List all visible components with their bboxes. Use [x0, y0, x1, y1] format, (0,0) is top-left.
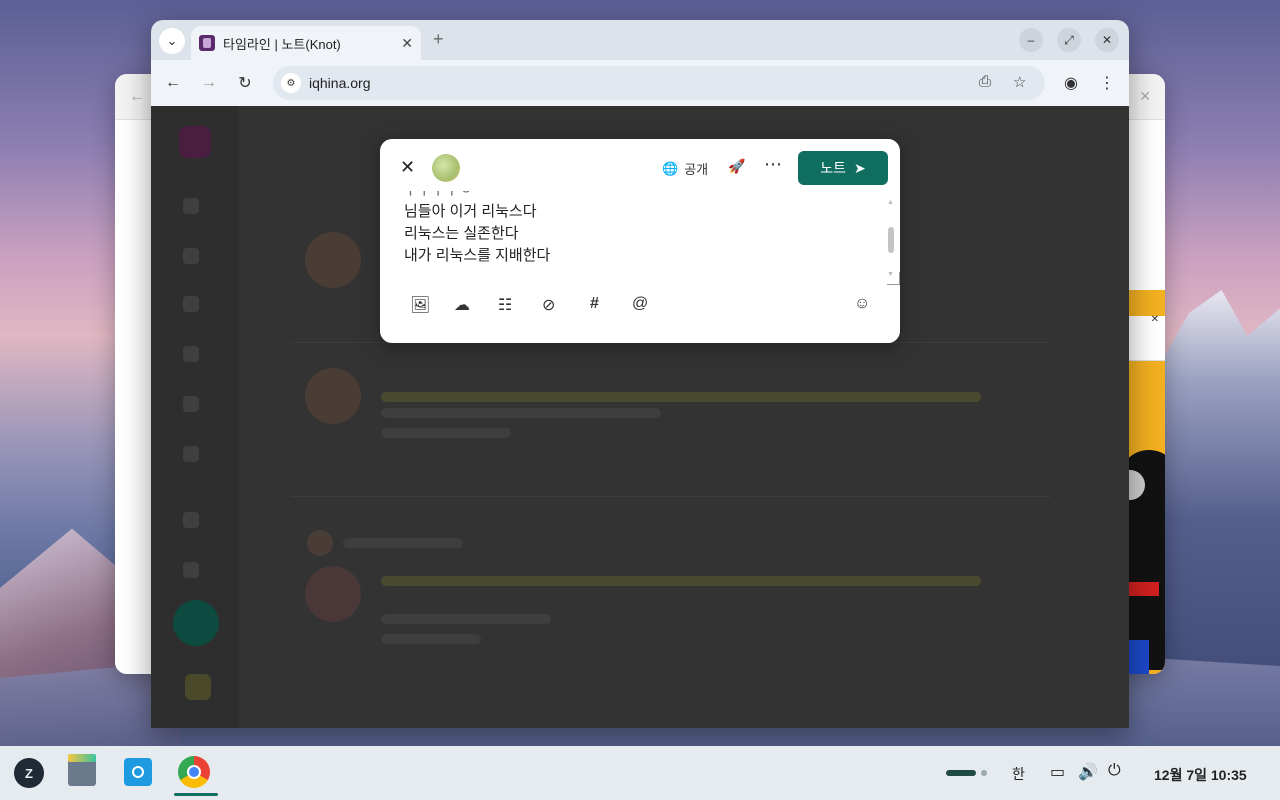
- clock[interactable]: 12월 7일 10:35: [1154, 765, 1247, 785]
- user-avatar: [185, 674, 211, 700]
- close-icon[interactable]: ✕: [1151, 314, 1159, 325]
- post-placeholder: [343, 538, 463, 548]
- user-avatar[interactable]: [432, 154, 460, 182]
- text-line: ㅏㅏㅏㅏㅇ: [404, 191, 884, 201]
- post-placeholder: [381, 634, 481, 644]
- favicon-icon: [199, 35, 215, 51]
- text-line: 내가 리눅스를 지배한다: [404, 247, 551, 264]
- browser-window[interactable]: ⌄ 타임라인 | 노트(Knot) ✕ + – ⤢ ✕ ← → ↻ ⚙ iqhi…: [151, 20, 1129, 728]
- address-bar[interactable]: ⚙ iqhina.org ⎙ ☆: [273, 66, 1045, 100]
- site-info-icon[interactable]: ⚙: [281, 73, 301, 93]
- close-window-icon[interactable]: ✕: [1095, 28, 1119, 52]
- compose-fab: [173, 600, 219, 646]
- globe-icon: 🌐: [662, 160, 679, 176]
- chrome-icon[interactable]: [178, 756, 210, 788]
- visibility-label: 공개: [684, 162, 709, 177]
- page-sidebar: [151, 106, 239, 728]
- maximize-icon[interactable]: ⤢: [1057, 28, 1081, 52]
- tab-search-icon[interactable]: ⌄: [159, 28, 185, 54]
- nav-icon: [183, 446, 199, 462]
- nav-icon: [183, 396, 199, 412]
- reload-icon[interactable]: ↻: [233, 71, 257, 95]
- files-app-icon[interactable]: [68, 754, 96, 786]
- workspace-indicator[interactable]: [946, 770, 976, 776]
- menu-icon[interactable]: ⋮: [1095, 71, 1119, 95]
- send-icon: ➤: [854, 159, 866, 176]
- poll-icon[interactable]: ☷: [498, 295, 512, 315]
- input-method[interactable]: 한: [1012, 764, 1025, 784]
- post-placeholder: [381, 392, 981, 402]
- profile-icon[interactable]: ◉: [1059, 71, 1083, 95]
- compose-toolbar: 🖼 ☁ ☷ ⊘ # @ ☺: [404, 295, 882, 317]
- forward-icon[interactable]: →: [197, 71, 221, 95]
- nav-icon: [183, 198, 199, 214]
- close-icon[interactable]: ✕: [1139, 88, 1151, 105]
- new-tab-icon[interactable]: +: [433, 29, 444, 50]
- tab-close-icon[interactable]: ✕: [401, 35, 413, 52]
- active-indicator: [174, 793, 218, 796]
- nav-icon: [183, 248, 199, 264]
- resize-handle[interactable]: [887, 272, 900, 285]
- post-placeholder: [381, 576, 981, 586]
- install-app-icon[interactable]: ⎙: [979, 73, 991, 90]
- back-icon[interactable]: ←: [161, 71, 185, 95]
- taskbar: Z 한 ▭ 🔊 ⏻ 12월 7일 10:35: [0, 746, 1280, 800]
- back-arrow-icon[interactable]: ←: [129, 88, 145, 106]
- note-textarea[interactable]: ㅏㅏㅏㅏㅇ 님들아 이거 리눅스다 리눅스는 실존한다 내가 리눅스를 지배한다: [404, 191, 884, 283]
- compose-dialog[interactable]: ✕ 🌐 공개 🚀 ⋯ 노트 ➤ ㅏㅏㅏㅏㅇ 님들아 이거 리눅스다 리눅스는 실…: [380, 139, 900, 343]
- text-line: 리눅스는 실존한다: [404, 225, 519, 242]
- avatar: [305, 566, 361, 622]
- text-line: 님들아 이거 리눅스다: [404, 203, 537, 220]
- tab-title: 타임라인 | 노트(Knot): [223, 36, 341, 52]
- visibility-button[interactable]: 🌐 공개: [662, 159, 708, 178]
- hashtag-icon[interactable]: #: [590, 295, 599, 313]
- post-placeholder: [381, 614, 551, 624]
- scroll-up-icon[interactable]: ▲: [887, 199, 894, 206]
- avatar: [305, 232, 361, 288]
- workspace-indicator[interactable]: [981, 770, 987, 776]
- cloud-upload-icon[interactable]: ☁: [454, 295, 470, 315]
- volume-icon[interactable]: 🔊: [1078, 762, 1098, 782]
- post-placeholder: [381, 428, 511, 438]
- popup-panel: [1129, 316, 1165, 361]
- avatar: [305, 368, 361, 424]
- app-store-icon[interactable]: [124, 758, 152, 786]
- background-window-content: [115, 290, 151, 674]
- divider: [291, 496, 1051, 497]
- site-logo: [179, 126, 211, 158]
- image-add-icon[interactable]: 🖼: [410, 295, 430, 315]
- scroll-thumb[interactable]: [888, 227, 894, 253]
- nav-icon: [183, 512, 199, 528]
- screen-icon[interactable]: ▭: [1050, 762, 1065, 782]
- rocket-icon[interactable]: 🚀: [728, 158, 745, 175]
- submit-label: 노트: [820, 160, 847, 176]
- emoji-icon[interactable]: ☺: [854, 295, 870, 313]
- launcher-icon[interactable]: Z: [14, 758, 44, 788]
- nav-icon: [183, 296, 199, 312]
- illustration: [1129, 640, 1149, 674]
- tab-strip: ⌄ 타임라인 | 노트(Knot) ✕ + – ⤢ ✕: [151, 20, 1129, 60]
- mention-icon[interactable]: @: [632, 295, 648, 313]
- browser-tab[interactable]: 타임라인 | 노트(Knot) ✕: [191, 26, 421, 60]
- avatar: [307, 530, 333, 556]
- more-icon[interactable]: ⋯: [764, 154, 783, 175]
- bookmark-star-icon[interactable]: ☆: [1013, 73, 1026, 91]
- close-icon[interactable]: ✕: [400, 157, 415, 178]
- illustration: [1129, 582, 1159, 596]
- background-window-content: ✕: [1129, 290, 1165, 674]
- browser-toolbar: ← → ↻ ⚙ iqhina.org ⎙ ☆ ◉ ⋮: [151, 60, 1129, 106]
- power-icon[interactable]: ⏻: [1108, 762, 1121, 780]
- post-placeholder: [381, 408, 661, 418]
- nav-icon: [183, 346, 199, 362]
- minimize-icon[interactable]: –: [1019, 28, 1043, 52]
- eye-off-icon[interactable]: ⊘: [542, 295, 555, 315]
- url-text[interactable]: iqhina.org: [309, 75, 371, 91]
- textarea-scrollbar[interactable]: ▲ ▼: [886, 199, 896, 283]
- submit-note-button[interactable]: 노트 ➤: [798, 151, 888, 185]
- nav-icon: [183, 562, 199, 578]
